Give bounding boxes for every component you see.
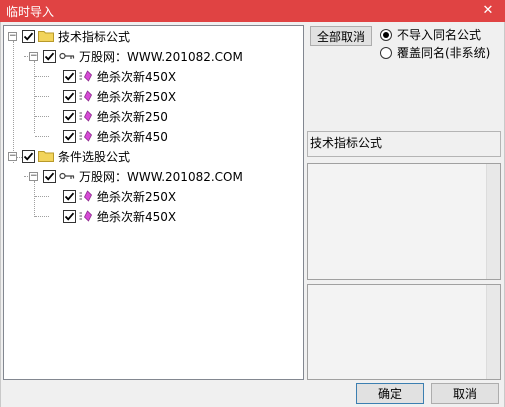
tree-expander-icon[interactable]: −: [29, 52, 38, 61]
ok-button[interactable]: 确定: [356, 383, 424, 404]
tree-node-label: 绝杀次新250X: [97, 189, 177, 204]
tree-checkbox[interactable]: [63, 129, 76, 143]
tree-checkbox[interactable]: [63, 109, 76, 123]
tree-category[interactable]: 条件选股公式: [22, 147, 130, 165]
description-panel-top[interactable]: [307, 163, 501, 280]
tree-group[interactable]: 万股网：WWW.201082.COM: [43, 167, 243, 185]
tree-checkbox[interactable]: [63, 209, 76, 223]
tree-checkbox[interactable]: [43, 169, 56, 183]
checkmark-icon: [23, 152, 34, 161]
tree-checkbox[interactable]: [63, 69, 76, 83]
checkmark-icon: [64, 132, 75, 141]
tree-node-label: 万股网：WWW.201082.COM: [79, 49, 243, 64]
checkmark-icon: [64, 192, 75, 201]
checkmark-icon: [64, 212, 75, 221]
selected-category-display: 技术指标公式: [307, 131, 501, 157]
tree-group[interactable]: 万股网：WWW.201082.COM: [43, 47, 243, 65]
tree-node-label: 绝杀次新450X: [97, 69, 177, 84]
folder-icon: [38, 151, 54, 162]
clear-all-label: 全部取消: [316, 29, 365, 44]
tree-formula-item[interactable]: 绝杀次新250: [63, 107, 168, 125]
window-title: 临时导入: [6, 4, 55, 19]
tree-expander-icon[interactable]: −: [29, 172, 38, 181]
formula-icon: [79, 190, 92, 202]
tree-formula-item[interactable]: 绝杀次新450X: [63, 67, 176, 85]
tree-formula-item[interactable]: 绝杀次新450X: [63, 207, 176, 225]
radio-overwrite[interactable]: 覆盖同名(非系统): [380, 44, 490, 61]
tree-node-label: 条件选股公式: [58, 149, 131, 164]
close-icon[interactable]: ✕: [479, 2, 497, 20]
tree-node-label: 绝杀次新450X: [97, 209, 177, 224]
key-icon: [59, 172, 75, 180]
tree-node-label: 绝杀次新250: [97, 109, 168, 124]
tree-category[interactable]: 技术指标公式: [22, 27, 130, 45]
checkmark-icon: [64, 72, 75, 81]
tree-checkbox[interactable]: [22, 149, 35, 163]
ok-label: 确定: [377, 387, 402, 401]
radio-overwrite-indicator[interactable]: [380, 46, 392, 59]
formula-icon: [79, 210, 92, 222]
description-scrollbar-top[interactable]: [486, 164, 500, 279]
tree-checkbox[interactable]: [22, 29, 35, 43]
tree-formula-item[interactable]: 绝杀次新250X: [63, 87, 176, 105]
key-icon: [59, 52, 75, 60]
cancel-label: 取消: [452, 387, 477, 401]
tree-formula-item[interactable]: 绝杀次新250X: [63, 187, 176, 205]
formula-tree: − 技术指标公式 − 万股网：WWW.201082.COM 绝杀次新450X 绝杀次新25…: [3, 25, 304, 380]
formula-icon: [79, 90, 92, 102]
tree-checkbox[interactable]: [63, 89, 76, 103]
tree-expander-icon[interactable]: −: [8, 32, 17, 41]
tree-node-label: 绝杀次新450: [97, 129, 168, 144]
checkmark-icon: [23, 32, 34, 41]
tree-checkbox[interactable]: [43, 49, 56, 63]
description-panel-bottom[interactable]: [307, 284, 501, 380]
selected-category-text: 技术指标公式: [310, 136, 383, 150]
title-bar: 临时导入 ✕: [0, 0, 505, 22]
clear-all-button[interactable]: 全部取消: [310, 26, 372, 46]
radio-overwrite-label: 覆盖同名(非系统): [397, 46, 491, 60]
tree-checkbox[interactable]: [63, 189, 76, 203]
radio-no-import-indicator[interactable]: [380, 28, 392, 41]
formula-icon: [79, 70, 92, 82]
radio-no-import[interactable]: 不导入同名公式: [380, 26, 481, 43]
dialog-body: − 技术指标公式 − 万股网：WWW.201082.COM 绝杀次新450X 绝杀次新25…: [0, 22, 505, 407]
tree-node-label: 万股网：WWW.201082.COM: [79, 169, 243, 184]
cancel-button[interactable]: 取消: [431, 383, 499, 404]
tree-formula-item[interactable]: 绝杀次新450: [63, 127, 168, 145]
checkmark-icon: [64, 112, 75, 121]
radio-no-import-label: 不导入同名公式: [397, 28, 482, 42]
checkmark-icon: [44, 172, 55, 181]
checkmark-icon: [64, 92, 75, 101]
tree-node-label: 技术指标公式: [58, 29, 131, 44]
checkmark-icon: [44, 52, 55, 61]
tree-node-label: 绝杀次新250X: [97, 89, 177, 104]
formula-icon: [79, 130, 92, 142]
folder-icon: [38, 31, 54, 42]
tree-expander-icon[interactable]: −: [8, 152, 17, 161]
description-scrollbar-bottom[interactable]: [486, 285, 500, 379]
formula-icon: [79, 110, 92, 122]
